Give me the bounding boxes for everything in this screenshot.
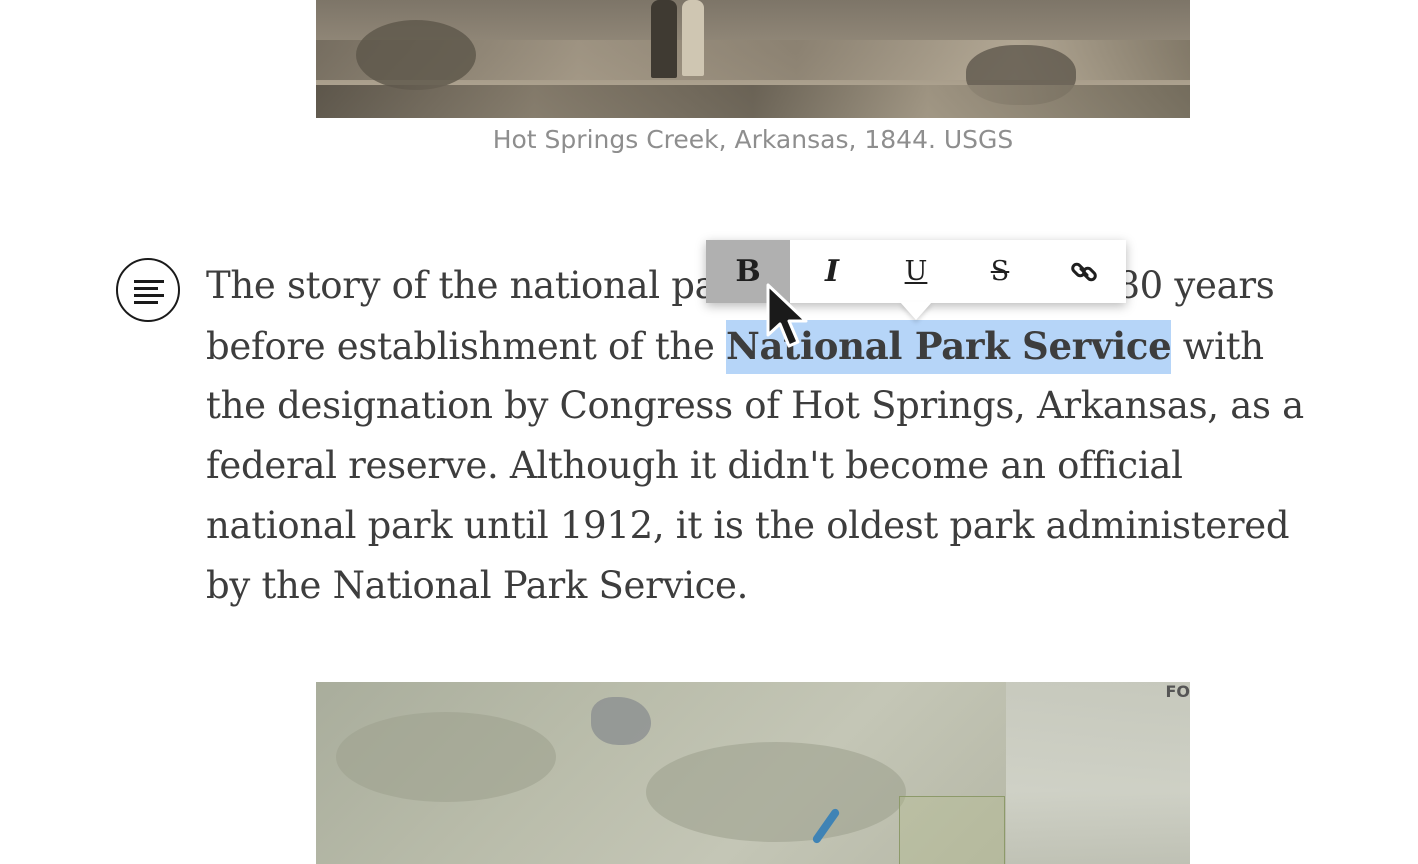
paragraph-text: The story of the national pa (206, 264, 717, 307)
link-icon (1071, 262, 1097, 281)
mouse-pointer-icon (766, 283, 808, 348)
map-label: FO (1165, 682, 1190, 701)
map-lake (591, 697, 651, 745)
strikethrough-button[interactable]: S (958, 240, 1042, 303)
link-button[interactable] (1042, 240, 1126, 303)
paragraph-align-icon[interactable] (116, 258, 180, 322)
icon-line (134, 294, 164, 297)
paragraph-text: before establishment of the (206, 325, 727, 368)
top-figure-image (316, 0, 1190, 118)
paragraph-line: by the National Park Service. (206, 564, 749, 607)
toolbar-pointer-arrow (900, 302, 932, 320)
map-urban-area (1006, 682, 1190, 864)
image-rock (356, 20, 476, 90)
icon-line (134, 287, 158, 290)
map-boundary-box (899, 796, 1005, 864)
paragraph-text: with (1171, 325, 1264, 368)
paragraph-line: national park until 1912, it is the olde… (206, 504, 1290, 547)
map-ridge (646, 742, 906, 842)
icon-line (134, 301, 158, 304)
image-foreground-band (316, 85, 1190, 118)
paragraph-line: before establishment of the National Par… (206, 316, 1316, 376)
paragraph-line: federal reserve. Although it didn't beco… (206, 444, 1183, 487)
underline-button[interactable]: U (874, 240, 958, 303)
icon-line (134, 280, 164, 283)
paragraph-text: 80 years (1116, 264, 1275, 307)
paragraph-line: the designation by Congress of Hot Sprin… (206, 384, 1304, 427)
bottom-figure-map: FO (316, 682, 1190, 864)
image-person-figure (682, 0, 704, 76)
figure-caption: Hot Springs Creek, Arkansas, 1844. USGS (492, 125, 1014, 154)
map-ridge (336, 712, 556, 802)
body-paragraph[interactable]: The story of the national pa 80 years bef… (206, 256, 1316, 616)
image-person-figure (651, 0, 677, 78)
